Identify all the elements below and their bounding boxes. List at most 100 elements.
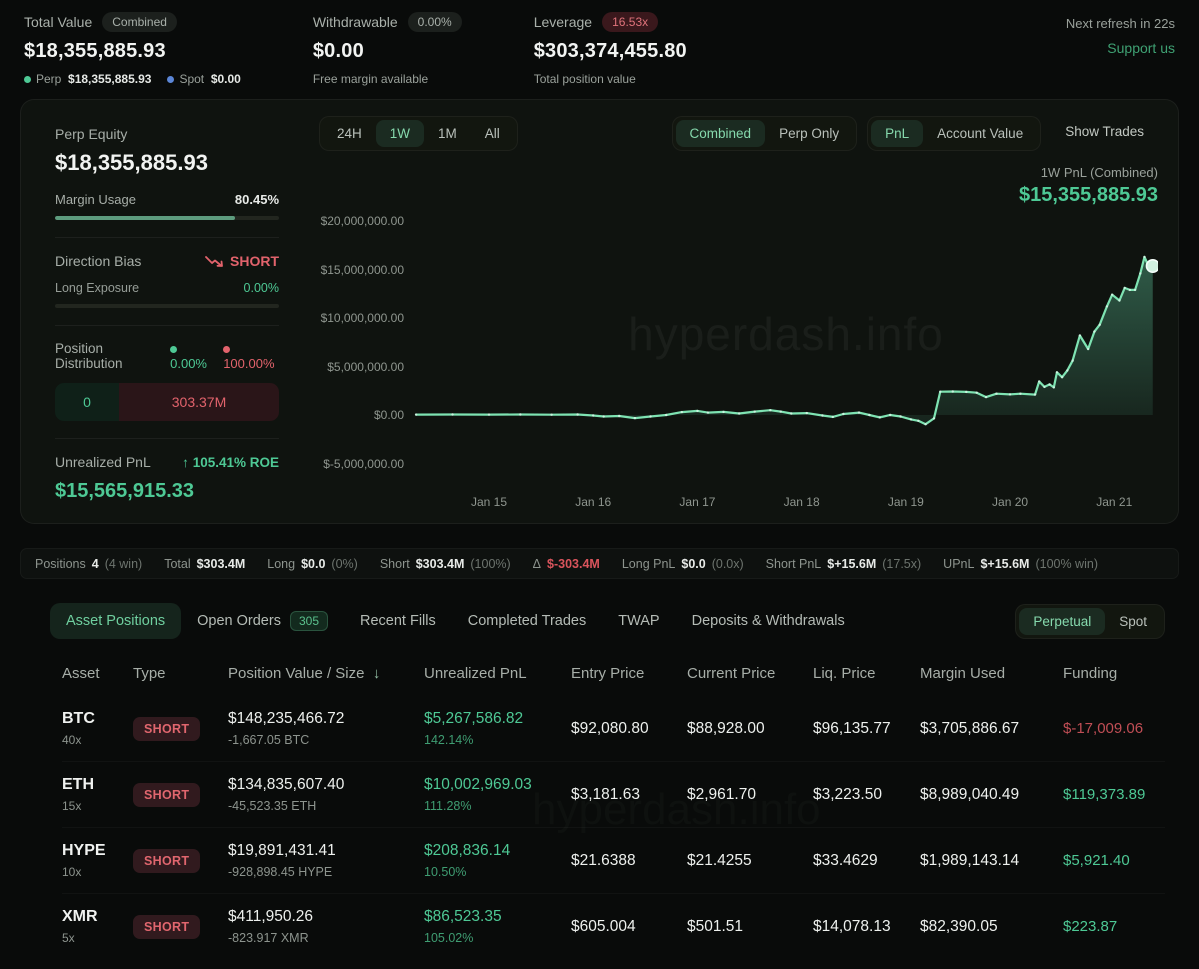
mode-combined[interactable]: Combined (676, 120, 766, 147)
unrealized-pnl: $208,836.14 (424, 842, 571, 860)
entry-price: $605.004 (571, 918, 687, 936)
short-badge: SHORT (133, 717, 200, 741)
unrealized-pnl-value: $15,565,915.33 (55, 480, 279, 503)
current-price: $501.51 (687, 918, 813, 936)
perp-equity-value: $18,355,885.93 (55, 150, 279, 176)
leverage-label: Leverage (534, 14, 592, 30)
positions-summary-bar: Positions 4 (4 win) Total $303.4M Long $… (20, 548, 1179, 579)
positions-table: hyperdash.info Asset Type Position Value… (62, 655, 1165, 959)
margin-used: $82,390.05 (920, 918, 1063, 936)
table-row-xmr[interactable]: XMR 5x SHORT $411,950.26 -823.917 XMR $8… (62, 893, 1165, 959)
withdrawable-stat: Withdrawable 0.00% $0.00 Free margin ava… (313, 12, 462, 86)
spot-breakdown: Spot $0.00 (167, 72, 240, 86)
show-trades-button[interactable]: Show Trades (1051, 116, 1158, 151)
perp-equity-label: Perp Equity (55, 126, 279, 142)
mode-perp-only[interactable]: Perp Only (765, 120, 853, 147)
table-row-btc[interactable]: BTC 40x SHORT $148,235,466.72 -1,667.05 … (62, 696, 1165, 761)
unrealized-pnl-pct: 111.28% (424, 799, 571, 813)
summary-long: Long $0.0 (0%) (267, 557, 358, 571)
distribution-long-pct: 0.00% (170, 341, 213, 371)
header-unrealized-pnl[interactable]: Unrealized PnL (424, 665, 571, 682)
chart-plot-area[interactable]: hyperdash.info (414, 213, 1158, 477)
range-1m[interactable]: 1M (424, 120, 471, 147)
tab-completed-trades[interactable]: Completed Trades (452, 603, 602, 639)
view-selector: PnL Account Value (867, 116, 1041, 151)
tab-deposits-withdrawals[interactable]: Deposits & Withdrawals (676, 603, 861, 639)
header-entry-price[interactable]: Entry Price (571, 665, 687, 682)
short-dot-icon (223, 346, 230, 353)
header-position-value[interactable]: Position Value / Size ↓ (228, 665, 424, 682)
asset-leverage: 10x (62, 865, 133, 879)
direction-bias-value: SHORT (205, 253, 279, 269)
view-account-value[interactable]: Account Value (923, 120, 1037, 147)
pnl-chart: $20,000,000.00$15,000,000.00$10,000,000.… (319, 213, 1158, 485)
long-exposure-label: Long Exposure (55, 281, 139, 295)
divider (55, 237, 279, 238)
withdrawable-amount: $0.00 (313, 40, 462, 63)
current-price: $88,928.00 (687, 720, 813, 738)
header-type[interactable]: Type (133, 665, 228, 682)
header-margin-used[interactable]: Margin Used (920, 665, 1063, 682)
unrealized-pnl: $86,523.35 (424, 908, 571, 926)
table-header-row: Asset Type Position Value / Size ↓ Unrea… (62, 655, 1165, 696)
header-liq-price[interactable]: Liq. Price (813, 665, 920, 682)
withdrawable-label: Withdrawable (313, 14, 398, 30)
tab-recent-fills[interactable]: Recent Fills (344, 603, 452, 639)
chart-panel: 24H 1W 1M All Combined Perp Only PnL Acc… (293, 116, 1158, 513)
tab-asset-positions[interactable]: Asset Positions (50, 603, 181, 639)
distribution-short-segment: 303.37M (119, 383, 279, 421)
position-distribution-bar: 0 303.37M (55, 383, 279, 421)
pnl-line-chart (414, 213, 1158, 477)
entry-price: $92,080.80 (571, 720, 687, 738)
margin-used: $8,989,040.49 (920, 786, 1063, 804)
funding: $5,921.40 (1063, 852, 1163, 869)
tab-open-orders[interactable]: Open Orders 305 (181, 601, 344, 641)
table-row-hype[interactable]: HYPE 10x SHORT $19,891,431.41 -928,898.4… (62, 827, 1165, 893)
margin-usage-bar (55, 216, 279, 220)
asset-leverage: 40x (62, 733, 133, 747)
header-asset[interactable]: Asset (62, 665, 133, 682)
liq-price: $3,223.50 (813, 786, 920, 804)
position-size: -823.917 XMR (228, 931, 424, 945)
margin-usage-value: 80.45% (235, 192, 279, 207)
position-size: -928,898.45 HYPE (228, 865, 424, 879)
asset-leverage: 15x (62, 799, 133, 813)
spot-dot-icon (167, 76, 174, 83)
position-value: $148,235,466.72 (228, 710, 424, 728)
summary-short-pnl: Short PnL $+15.6M (17.5x) (766, 557, 922, 571)
support-us-link[interactable]: Support us (1066, 40, 1175, 56)
position-size: -45,523.35 ETH (228, 799, 424, 813)
range-selector: 24H 1W 1M All (319, 116, 518, 151)
chart-x-axis: Jan 15Jan 16Jan 17Jan 18Jan 19Jan 20Jan … (414, 493, 1158, 513)
table-row-eth[interactable]: ETH 15x SHORT $134,835,607.40 -45,523.35… (62, 761, 1165, 827)
perp-breakdown: Perp $18,355,885.93 (24, 72, 151, 86)
summary-delta: Δ $-303.4M (533, 557, 600, 571)
divider (55, 325, 279, 326)
toggle-perpetual[interactable]: Perpetual (1019, 608, 1105, 635)
unrealized-pnl-pct: 10.50% (424, 865, 571, 879)
direction-bias-label: Direction Bias (55, 253, 141, 269)
liq-price: $96,135.77 (813, 720, 920, 738)
range-all[interactable]: All (471, 120, 514, 147)
range-24h[interactable]: 24H (323, 120, 376, 147)
leverage-stat: Leverage 16.53x $303,374,455.80 Total po… (534, 12, 687, 86)
last-point-marker (1146, 260, 1158, 272)
entry-price: $3,181.63 (571, 786, 687, 804)
asset-symbol: BTC (62, 710, 133, 728)
tab-twap[interactable]: TWAP (602, 603, 675, 639)
position-value: $411,950.26 (228, 908, 424, 926)
table-tabs: Asset Positions Open Orders 305 Recent F… (50, 601, 1165, 641)
range-1w[interactable]: 1W (376, 120, 424, 147)
total-value-amount: $18,355,885.93 (24, 40, 241, 63)
total-value-label: Total Value (24, 14, 92, 30)
summary-short: Short $303.4M (100%) (380, 557, 511, 571)
overview-panel: Perp Equity $18,355,885.93 Margin Usage … (41, 116, 293, 513)
header-current-price[interactable]: Current Price (687, 665, 813, 682)
toggle-spot[interactable]: Spot (1105, 608, 1161, 635)
header-funding[interactable]: Funding (1063, 665, 1163, 682)
unrealized-pnl-pct: 105.02% (424, 931, 571, 945)
long-exposure-value: 0.00% (244, 281, 279, 295)
view-pnl[interactable]: PnL (871, 120, 923, 147)
unrealized-pnl: $10,002,969.03 (424, 776, 571, 794)
margin-used: $3,705,886.67 (920, 720, 1063, 738)
